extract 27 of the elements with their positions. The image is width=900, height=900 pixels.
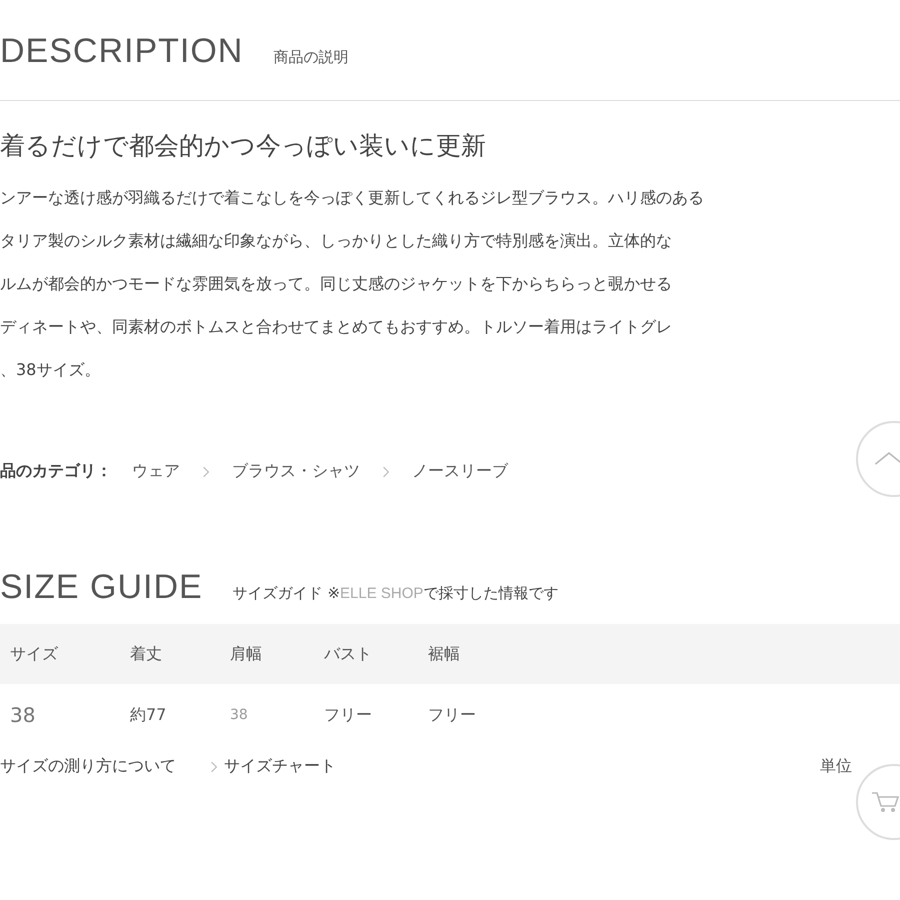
table-cell: フリー xyxy=(428,684,900,746)
section-subheading: サイズガイド ※ELLE SHOPで採寸した情報です xyxy=(232,584,558,603)
table-cell: 38 xyxy=(230,684,324,746)
column-header: サイズ xyxy=(0,624,130,684)
category-link[interactable]: ブラウス・シャツ xyxy=(232,461,360,482)
section-heading: SIZE GUIDE xyxy=(0,568,203,607)
section-heading: DESCRIPTION xyxy=(0,32,244,71)
description-text: ンアーな透け感が羽織るだけで着こなしを今っぽく更新してくれるジレ型ブラウス。ハリ感のある タリア製のシルク素材は繊細な印象ながら、しっかりとした織り方で特別感を演出。立体的な ルムが都会的かつモードな雰囲気を放って。同じ丈感のジャケットを下からちらっと覗かせる ディネートや、同素材のボトムスと合わせてまとめてもおすすめ。トルソー着用はライトグレ 、38サイズ。 xyxy=(0,187,705,381)
table-cell: 38 xyxy=(0,684,130,746)
column-header: 裾幅 xyxy=(428,624,900,684)
column-header: 着丈 xyxy=(130,624,230,684)
unit-label: 単位 xyxy=(820,756,852,777)
category-link[interactable]: ウェア xyxy=(132,461,180,482)
section-subheading: 商品の説明 xyxy=(273,48,348,67)
description-title: 着るだけで都会的かつ今っぽい装いに更新 xyxy=(0,130,487,162)
column-header: 肩幅 xyxy=(230,624,324,684)
chevron-icon xyxy=(210,760,218,772)
chevron-icon xyxy=(202,466,210,478)
cart-icon xyxy=(870,790,900,814)
category-label: 品のカテゴリ： xyxy=(0,461,112,482)
size-link[interactable]: サイズの測り方について xyxy=(0,756,176,777)
size-link[interactable]: サイズチャート xyxy=(224,756,336,777)
column-header: バスト xyxy=(324,624,428,684)
table-cell: フリー xyxy=(324,684,428,746)
table-cell: 約77 xyxy=(130,684,230,746)
category-link[interactable]: ノースリーブ xyxy=(412,461,508,482)
chevron-icon xyxy=(382,466,390,478)
